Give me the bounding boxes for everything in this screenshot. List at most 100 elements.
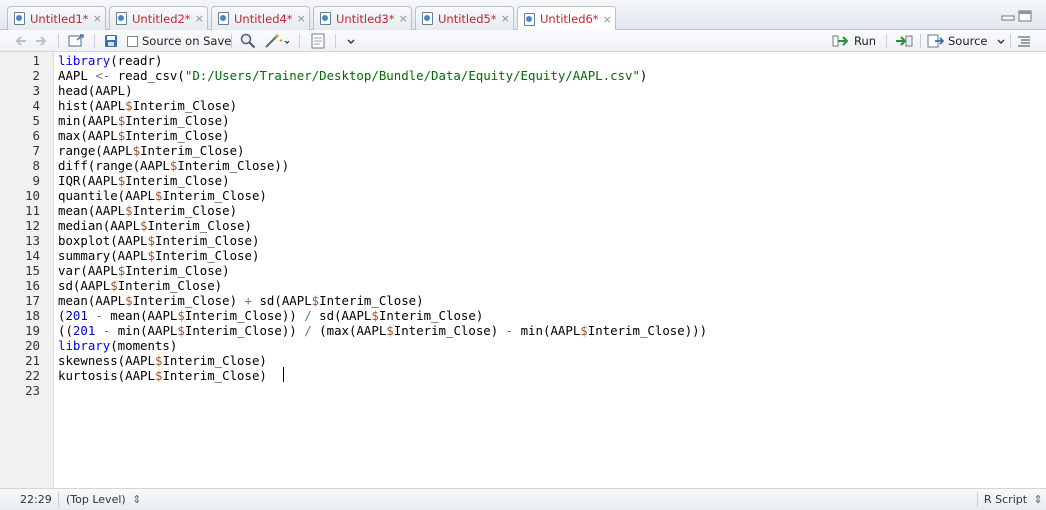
- file-type-label: R Script: [984, 493, 1028, 506]
- r-file-icon: [116, 12, 127, 25]
- toolbar-divider: [335, 34, 336, 48]
- code-line[interactable]: median(AAPL$Interim_Close): [58, 218, 252, 233]
- r-file-icon: [422, 12, 433, 25]
- line-number: 10: [25, 188, 40, 203]
- line-number: 2: [32, 68, 40, 83]
- tab-untitled2[interactable]: Untitled2* ×: [109, 6, 208, 30]
- line-number: 15: [25, 263, 40, 278]
- save-icon[interactable]: [104, 33, 118, 49]
- line-number: 21: [25, 353, 40, 368]
- outline-icon[interactable]: [1017, 33, 1031, 49]
- tab-close-icon[interactable]: ×: [501, 12, 510, 25]
- code-line[interactable]: summary(AAPL$Interim_Close): [58, 248, 259, 263]
- code-line[interactable]: quantile(AAPL$Interim_Close): [58, 188, 267, 203]
- code-line[interactable]: library(moments): [58, 338, 177, 353]
- updown-chevron-icon: ⇕: [1033, 493, 1043, 506]
- minimize-pane-icon[interactable]: [1001, 10, 1015, 25]
- tab-untitled4[interactable]: Untitled4* ×: [211, 6, 310, 30]
- scope-label: (Top Level): [66, 493, 126, 506]
- line-number: 8: [32, 158, 40, 173]
- tab-untitled3[interactable]: Untitled3* ×: [313, 6, 412, 30]
- code-line[interactable]: var(AAPL$Interim_Close): [58, 263, 230, 278]
- line-number: 12: [25, 218, 40, 233]
- code-line[interactable]: mean(AAPL$Interim_Close): [58, 203, 237, 218]
- toolbar-divider: [94, 34, 95, 48]
- code-line[interactable]: boxplot(AAPL$Interim_Close): [58, 233, 259, 248]
- cursor-position: 22:29: [20, 493, 52, 506]
- code-line[interactable]: hist(AAPL$Interim_Close): [58, 98, 237, 113]
- back-arrow-icon[interactable]: [14, 33, 28, 49]
- forward-arrow-icon[interactable]: [34, 33, 48, 49]
- magic-wand-icon[interactable]: [264, 33, 290, 49]
- maximize-pane-icon[interactable]: [1018, 10, 1032, 25]
- tab-untitled6[interactable]: Untitled6* ×: [517, 6, 616, 31]
- code-line[interactable]: AAPL <- read_csv("D:/Users/Trainer/Deskt…: [58, 68, 647, 83]
- code-line[interactable]: kurtosis(AAPL$Interim_Close): [58, 368, 267, 383]
- line-number: 23: [25, 383, 40, 398]
- tab-close-icon[interactable]: ×: [399, 12, 408, 25]
- code-line[interactable]: IQR(AAPL$Interim_Close): [58, 173, 230, 188]
- line-number: 19: [25, 323, 40, 338]
- tab-untitled5[interactable]: Untitled5* ×: [415, 6, 514, 30]
- line-number: 7: [32, 143, 40, 158]
- code-line[interactable]: max(AAPL$Interim_Close): [58, 128, 230, 143]
- tab-label: Untitled2*: [132, 11, 191, 26]
- r-file-icon: [320, 12, 331, 25]
- code-line[interactable]: sd(AAPL$Interim_Close): [58, 278, 222, 293]
- code-line[interactable]: (201 - mean(AAPL$Interim_Close)) / sd(AA…: [58, 308, 483, 323]
- run-button[interactable]: Run: [832, 33, 876, 49]
- run-arrow-icon: [832, 35, 849, 47]
- editor-tab-bar: Untitled1* × Untitled2* × Untitled4* × U…: [0, 0, 1046, 31]
- source-dropdown-chevron-icon[interactable]: [996, 36, 1006, 46]
- code-line[interactable]: head(AAPL): [58, 83, 133, 98]
- tab-label: Untitled5*: [438, 11, 497, 26]
- line-number: 1: [32, 53, 40, 68]
- code-line[interactable]: min(AAPL$Interim_Close): [58, 113, 230, 128]
- compile-report-icon[interactable]: [310, 33, 326, 49]
- toolbar-divider: [299, 34, 300, 48]
- line-number: 13: [25, 233, 40, 248]
- line-number: 18: [25, 308, 40, 323]
- code-line[interactable]: ((201 - min(AAPL$Interim_Close)) / (max(…: [58, 323, 707, 338]
- show-in-window-icon[interactable]: [68, 33, 86, 49]
- source-button[interactable]: Source: [927, 33, 1006, 49]
- status-divider: [58, 492, 59, 507]
- updown-chevron-icon: ⇕: [132, 493, 142, 506]
- toolbar-divider: [1010, 34, 1011, 48]
- toolbar-divider: [920, 34, 921, 48]
- r-file-icon: [524, 12, 535, 26]
- toolbar-divider: [886, 34, 887, 48]
- tab-close-icon[interactable]: ×: [297, 12, 306, 25]
- code-line[interactable]: mean(AAPL$Interim_Close) + sd(AAPL$Inter…: [58, 293, 424, 308]
- status-divider: [977, 492, 978, 507]
- tab-close-icon[interactable]: ×: [93, 12, 102, 25]
- line-number: 9: [32, 173, 40, 188]
- search-icon[interactable]: [240, 33, 256, 49]
- line-number: 22: [25, 368, 40, 383]
- code-line[interactable]: diff(range(AAPL$Interim_Close)): [58, 158, 289, 173]
- tab-label: Untitled6*: [540, 12, 599, 26]
- tab-untitled1[interactable]: Untitled1* ×: [7, 6, 106, 30]
- tab-label: Untitled4*: [234, 11, 293, 26]
- r-file-icon: [14, 12, 25, 25]
- tab-label: Untitled3*: [336, 11, 395, 26]
- code-line[interactable]: skewness(AAPL$Interim_Close): [58, 353, 267, 368]
- run-label: Run: [854, 34, 877, 48]
- tab-close-icon[interactable]: ×: [195, 12, 204, 25]
- line-number: 3: [32, 83, 40, 98]
- toolbar-divider: [58, 34, 59, 48]
- status-bar: 22:29 (Top Level) ⇕ R Script ⇕: [0, 488, 1046, 510]
- text-cursor: [283, 367, 284, 382]
- source-on-save-label: Source on Save: [142, 34, 232, 48]
- editor-toolbar: Source on Save Run Source: [0, 30, 1046, 52]
- source-on-save-checkbox[interactable]: Source on Save: [127, 33, 231, 49]
- line-number: 11: [25, 203, 40, 218]
- line-number: 6: [32, 128, 40, 143]
- file-type-selector[interactable]: R Script ⇕: [984, 493, 1043, 506]
- code-line[interactable]: range(AAPL$Interim_Close): [58, 143, 245, 158]
- code-line[interactable]: library(readr): [58, 53, 162, 68]
- tab-close-icon[interactable]: ×: [603, 13, 612, 26]
- chevron-down-icon[interactable]: [346, 33, 356, 49]
- re-run-icon[interactable]: [894, 33, 914, 49]
- scope-selector[interactable]: (Top Level) ⇕: [66, 493, 141, 506]
